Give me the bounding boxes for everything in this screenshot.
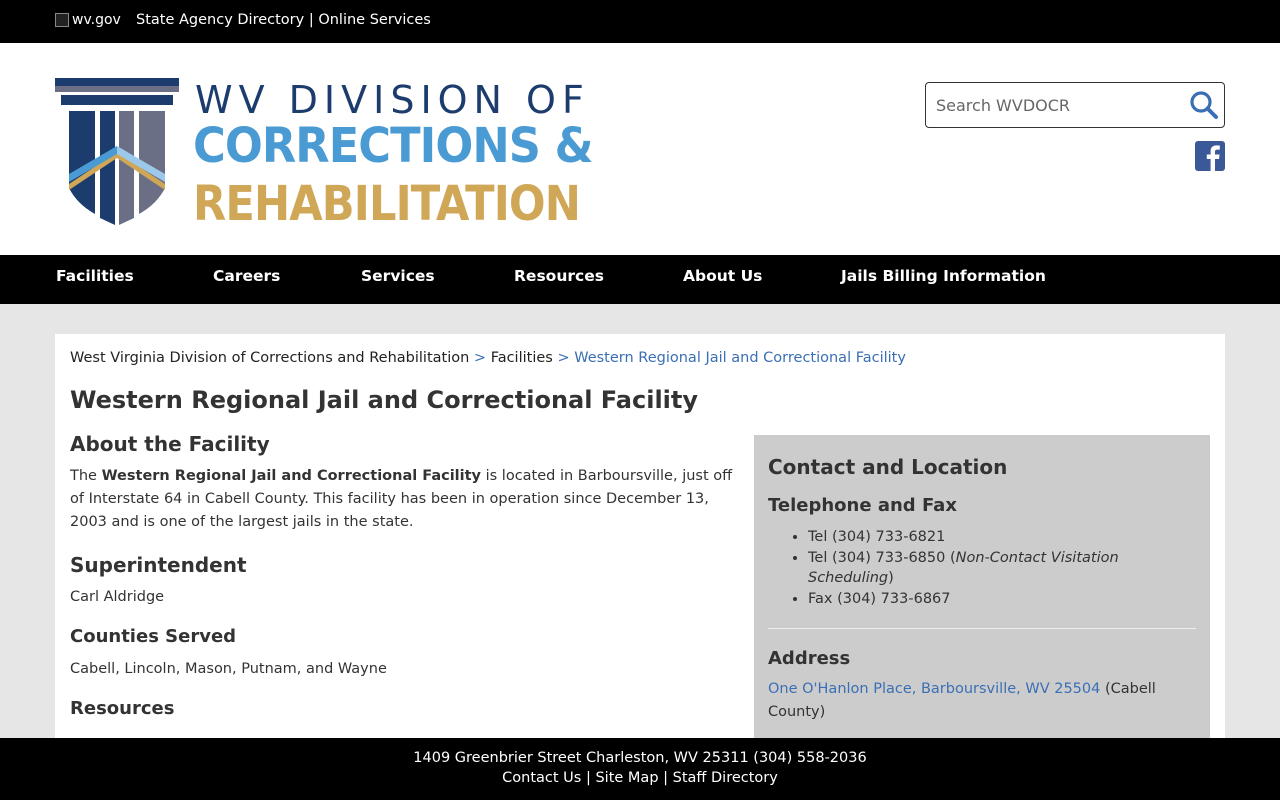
phone-item-main: Tel (304) 733-6821 — [808, 527, 1184, 548]
phone-visitation-suffix: ) — [888, 570, 894, 586]
nav-item-careers[interactable]: Careers — [213, 267, 280, 285]
wvgov-alt-text: wv.gov — [72, 12, 121, 28]
footer-staff-directory-link[interactable]: Staff Directory — [673, 770, 778, 786]
search-input[interactable] — [936, 93, 1176, 117]
address-map-link[interactable]: One O'Hanlon Place, Barboursville, WV 25… — [768, 681, 1100, 697]
about-prefix: The — [70, 468, 97, 484]
page-title: Western Regional Jail and Correctional F… — [70, 386, 699, 414]
top-links-separator: | — [308, 12, 314, 28]
contact-sidebar: Contact and Location Telephone and Fax T… — [754, 435, 1210, 765]
contact-heading: Contact and Location — [768, 455, 1008, 479]
state-agency-directory-link[interactable]: State Agency Directory — [136, 12, 304, 28]
counties-heading: Counties Served — [70, 626, 237, 647]
nav-item-about-us[interactable]: About Us — [683, 267, 762, 285]
top-bar: wv.gov State Agency Directory | Online S… — [0, 0, 1280, 43]
facebook-link[interactable] — [1195, 141, 1225, 171]
facebook-icon — [1206, 145, 1220, 171]
footer-address: 1409 Greenbrier Street Charleston, WV 25… — [413, 750, 867, 766]
online-services-link[interactable]: Online Services — [318, 12, 431, 28]
nav-item-facilities[interactable]: Facilities — [56, 267, 134, 285]
shield-icon — [55, 78, 179, 225]
breadcrumb: West Virginia Division of Corrections an… — [70, 350, 906, 366]
site-header: WV DIVISION OF CORRECTIONS & REHABILITAT… — [0, 43, 1280, 255]
breadcrumb-separator: > — [557, 350, 570, 366]
breadcrumb-separator: > — [473, 350, 487, 366]
breadcrumb-root-link[interactable]: West Virginia Division of Corrections an… — [70, 350, 469, 366]
footer-links: Contact Us | Site Map | Staff Directory — [0, 770, 1280, 786]
contact-divider — [768, 628, 1196, 629]
breadcrumb-current[interactable]: Western Regional Jail and Correctional F… — [574, 350, 906, 366]
superintendent-heading: Superintendent — [70, 553, 247, 577]
logo-line-1: WV DIVISION OF — [195, 78, 590, 122]
about-heading: About the Facility — [70, 432, 270, 456]
search-icon — [1190, 91, 1218, 119]
phone-list: Tel (304) 733-6821 Tel (304) 733-6850 (N… — [794, 527, 1184, 609]
wvdocr-logo[interactable]: WV DIVISION OF CORRECTIONS & REHABILITAT… — [55, 78, 594, 232]
footer-sitemap-link[interactable]: Site Map — [595, 770, 658, 786]
telephone-heading: Telephone and Fax — [768, 495, 957, 516]
superintendent-name: Carl Aldridge — [70, 589, 165, 605]
footer-separator: | — [585, 770, 591, 786]
search-button[interactable] — [1188, 89, 1220, 121]
phone-visitation-number: Tel (304) 733-6850 ( — [808, 549, 956, 566]
address-heading: Address — [768, 648, 851, 669]
logo-line-3: REHABILITATION — [193, 176, 581, 232]
address-text: One O'Hanlon Place, Barboursville, WV 25… — [768, 678, 1188, 724]
site-footer: 1409 Greenbrier Street Charleston, WV 25… — [0, 738, 1280, 800]
breadcrumb-facilities-link[interactable]: Facilities — [491, 350, 553, 366]
phone-item-fax: Fax (304) 733-6867 — [808, 589, 1184, 610]
counties-list: Cabell, Lincoln, Mason, Putnam, and Wayn… — [70, 661, 387, 677]
nav-item-jails-billing[interactable]: Jails Billing Information — [841, 267, 1046, 285]
footer-contact-link[interactable]: Contact Us — [502, 770, 581, 786]
content-card: West Virginia Division of Corrections an… — [55, 334, 1225, 765]
footer-separator: | — [663, 770, 669, 786]
about-text: The Western Regional Jail and Correction… — [70, 465, 735, 534]
main-nav: Facilities Careers Services Resources Ab… — [0, 255, 1280, 304]
wvgov-logo-link[interactable]: wv.gov — [55, 11, 121, 29]
phone-item-visitation: Tel (304) 733-6850 (Non-Contact Visitati… — [808, 548, 1184, 589]
nav-item-resources[interactable]: Resources — [514, 267, 604, 285]
nav-item-services[interactable]: Services — [361, 267, 435, 285]
logo-line-2: CORRECTIONS & — [193, 118, 594, 174]
broken-image-icon — [55, 13, 69, 27]
top-links: State Agency Directory | Online Services — [136, 12, 431, 28]
about-facility-name: Western Regional Jail and Correctional F… — [101, 468, 481, 484]
search-box — [925, 82, 1225, 128]
resources-heading: Resources — [70, 698, 175, 719]
